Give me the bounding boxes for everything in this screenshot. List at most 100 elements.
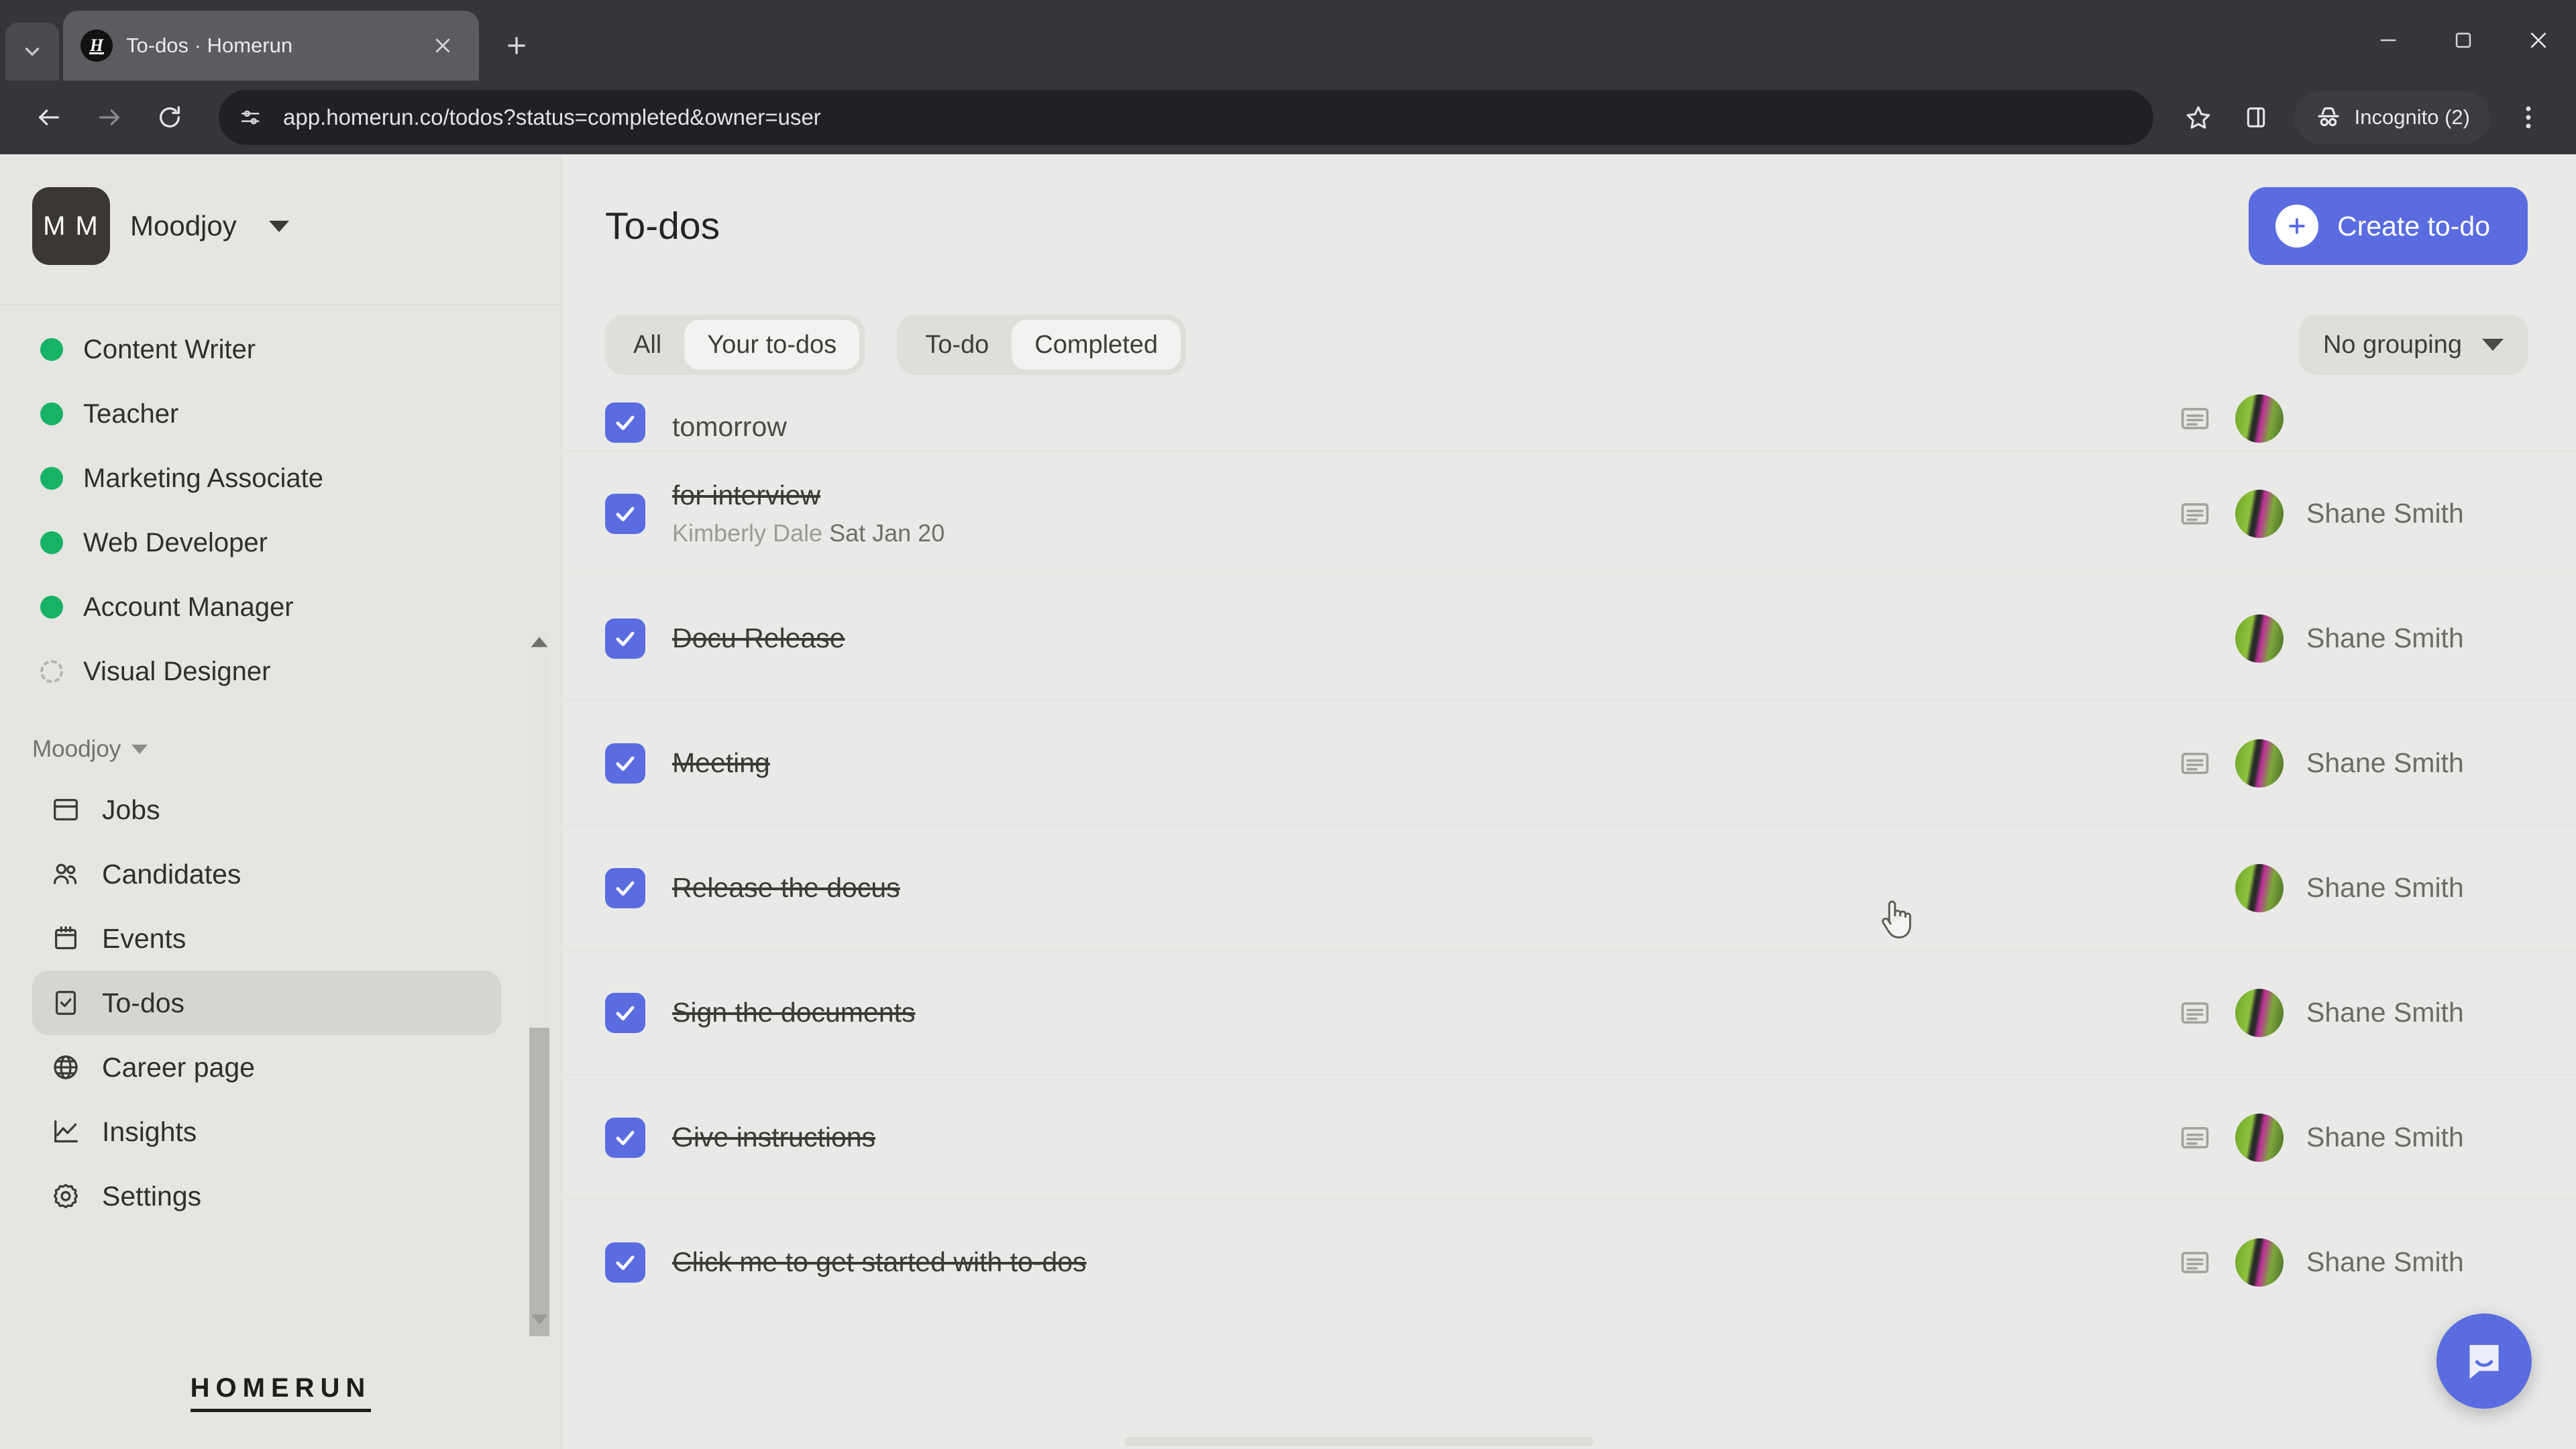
maximize-icon bbox=[2455, 32, 2471, 48]
horizontal-scrollbar[interactable] bbox=[1124, 1434, 2576, 1449]
table-row[interactable]: Docu Release Shane Smith bbox=[562, 576, 2576, 700]
note-icon[interactable] bbox=[2178, 496, 2212, 531]
browser-menu-button[interactable] bbox=[2504, 93, 2553, 142]
note-icon[interactable] bbox=[2178, 746, 2212, 781]
note-placeholder bbox=[2178, 871, 2212, 906]
status-dot-icon bbox=[40, 467, 63, 490]
homerun-logo: HOMERUN bbox=[0, 1336, 561, 1449]
horizontal-scrollbar-thumb[interactable] bbox=[1124, 1437, 1594, 1446]
plus-circle-icon bbox=[2275, 205, 2319, 248]
todo-main: for interview Kimberly Dale Sat Jan 20 bbox=[672, 480, 2178, 547]
checklist-icon bbox=[50, 987, 82, 1019]
todo-checkbox[interactable] bbox=[605, 867, 645, 908]
maximize-button[interactable] bbox=[2426, 0, 2501, 80]
filter-bar: All Your to-dos To-do Completed No group… bbox=[562, 298, 2576, 392]
todo-checkbox[interactable] bbox=[605, 743, 645, 784]
table-row[interactable]: Give instructions Shane Smith bbox=[562, 1075, 2576, 1199]
back-button[interactable] bbox=[23, 91, 75, 144]
sidebar-scrollbar-thumb[interactable] bbox=[529, 1028, 549, 1336]
new-tab-button[interactable] bbox=[488, 17, 545, 74]
workspace-switcher[interactable]: M M Moodjoy bbox=[0, 154, 561, 298]
check-icon bbox=[616, 415, 635, 431]
forward-button[interactable] bbox=[83, 91, 136, 144]
side-panel-button[interactable] bbox=[2231, 93, 2281, 142]
sidebar-item-to-dos[interactable]: To-dos bbox=[32, 971, 501, 1035]
table-row[interactable]: tomorrow bbox=[562, 392, 2576, 451]
filter-all[interactable]: All bbox=[610, 320, 684, 370]
sidebar-section-moodjoy[interactable]: Moodjoy bbox=[0, 736, 561, 763]
owner-filter-group: All Your to-dos bbox=[605, 315, 865, 375]
site-settings-button[interactable] bbox=[233, 100, 268, 135]
todo-meta: Shane Smith bbox=[2178, 863, 2528, 912]
chat-widget-button[interactable] bbox=[2436, 1313, 2532, 1409]
todo-checkbox[interactable] bbox=[605, 402, 645, 443]
grouping-dropdown[interactable]: No grouping bbox=[2298, 315, 2528, 375]
note-icon[interactable] bbox=[2178, 1245, 2212, 1280]
avatar bbox=[2235, 1238, 2284, 1287]
filter-completed[interactable]: Completed bbox=[1012, 320, 1181, 370]
sidebar-item-jobs[interactable]: Jobs bbox=[32, 777, 501, 842]
sidebar-job-visual-designer[interactable]: Visual Designer bbox=[0, 639, 561, 704]
star-icon bbox=[2186, 106, 2210, 129]
caret-up-icon[interactable] bbox=[529, 632, 549, 652]
status-dot-icon bbox=[40, 338, 63, 361]
assignee-name: Shane Smith bbox=[2306, 623, 2464, 653]
todo-checkbox[interactable] bbox=[605, 1117, 645, 1158]
sidebar-item-insights[interactable]: Insights bbox=[32, 1099, 501, 1164]
reload-button[interactable] bbox=[144, 91, 196, 144]
todo-checkbox[interactable] bbox=[605, 992, 645, 1033]
filter-your-todos[interactable]: Your to-dos bbox=[684, 320, 860, 370]
site-settings-icon bbox=[241, 110, 260, 125]
sidebar-scroll-area: Content Writer Teacher Marketing Associa… bbox=[0, 298, 561, 1336]
sidebar-job-web-developer[interactable]: Web Developer bbox=[0, 511, 561, 575]
todo-text: Release the docus bbox=[672, 872, 900, 903]
caret-down-icon[interactable] bbox=[529, 1309, 549, 1330]
todo-text: Docu Release bbox=[672, 623, 845, 653]
avatar bbox=[2235, 739, 2284, 788]
chart-icon bbox=[50, 1116, 82, 1148]
note-icon[interactable] bbox=[2178, 1120, 2212, 1155]
sidebar-item-settings[interactable]: Settings bbox=[32, 1164, 501, 1228]
filter-todo[interactable]: To-do bbox=[902, 320, 1012, 370]
close-tab-button[interactable] bbox=[424, 27, 462, 64]
todo-checkbox[interactable] bbox=[605, 618, 645, 659]
sidebar-item-label: Candidates bbox=[102, 858, 241, 890]
sidebar-job-marketing-associate[interactable]: Marketing Associate bbox=[0, 446, 561, 511]
avatar bbox=[2235, 988, 2284, 1037]
close-window-button[interactable] bbox=[2501, 0, 2576, 80]
job-label: Account Manager bbox=[83, 592, 294, 622]
assignee-name: Shane Smith bbox=[2306, 872, 2464, 903]
todo-main: tomorrow bbox=[672, 411, 2178, 443]
sidebar-job-content-writer[interactable]: Content Writer bbox=[0, 317, 561, 382]
note-icon[interactable] bbox=[2178, 996, 2212, 1030]
sidebar-item-label: Career page bbox=[102, 1051, 255, 1083]
table-row[interactable]: Release the docus Shane Smith bbox=[562, 825, 2576, 950]
sidebar-scrollbar[interactable] bbox=[529, 632, 549, 1336]
minimize-icon bbox=[2380, 39, 2396, 42]
table-row[interactable]: for interview Kimberly Dale Sat Jan 20 S… bbox=[562, 451, 2576, 576]
check-icon bbox=[616, 881, 635, 896]
minimize-button[interactable] bbox=[2351, 0, 2426, 80]
note-icon[interactable] bbox=[2178, 401, 2212, 436]
profile-button[interactable]: Incognito (2) bbox=[2294, 91, 2490, 144]
address-bar[interactable]: app.homerun.co/todos?status=completed&ow… bbox=[219, 90, 2153, 145]
sidebar-item-events[interactable]: Events bbox=[32, 906, 501, 971]
table-row[interactable]: Meeting Shane Smith bbox=[562, 700, 2576, 825]
sidebar-job-teacher[interactable]: Teacher bbox=[0, 382, 561, 446]
check-icon bbox=[616, 756, 635, 771]
browser-tab[interactable]: H To-dos · Homerun bbox=[63, 11, 479, 80]
tab-search-button[interactable] bbox=[5, 23, 59, 80]
sidebar-item-candidates[interactable]: Candidates bbox=[32, 842, 501, 906]
todo-checkbox[interactable] bbox=[605, 493, 645, 534]
check-icon bbox=[616, 1255, 635, 1270]
bookmark-button[interactable] bbox=[2174, 93, 2223, 142]
sidebar-job-account-manager[interactable]: Account Manager bbox=[0, 575, 561, 639]
create-todo-button[interactable]: Create to-do bbox=[2249, 187, 2528, 265]
url-text: app.homerun.co/todos?status=completed&ow… bbox=[283, 105, 821, 129]
chevron-down-icon bbox=[131, 745, 148, 754]
table-row[interactable]: Sign the documents Shane Smith bbox=[562, 950, 2576, 1075]
table-row[interactable]: Click me to get started with to-dos Shan… bbox=[562, 1199, 2576, 1324]
todo-text: Sign the documents bbox=[672, 997, 916, 1028]
sidebar-item-career-page[interactable]: Career page bbox=[32, 1035, 501, 1099]
todo-checkbox[interactable] bbox=[605, 1242, 645, 1283]
